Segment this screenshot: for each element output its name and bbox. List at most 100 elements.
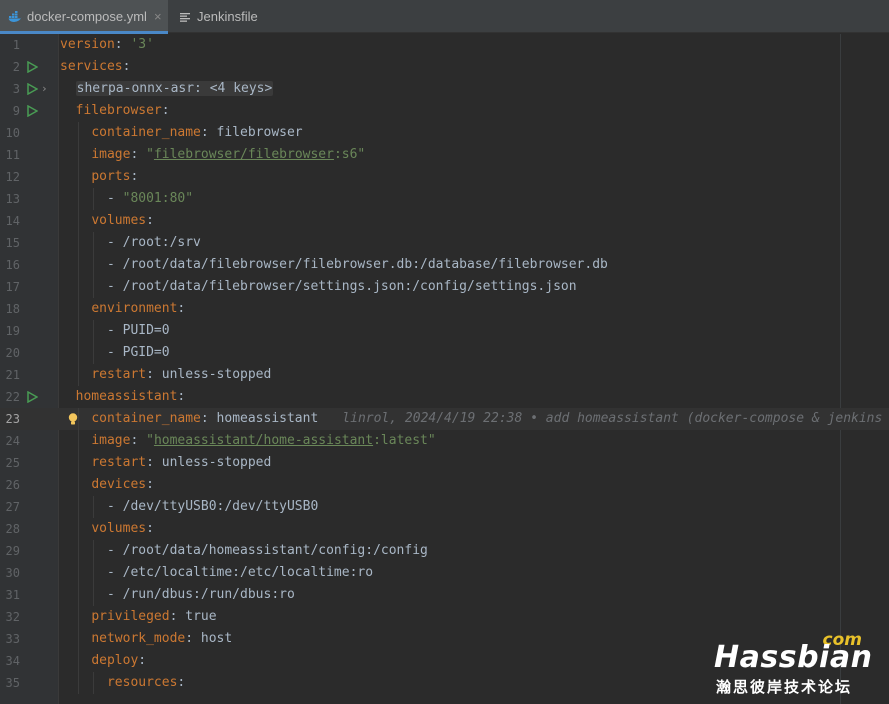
code-token: :: [130, 147, 147, 162]
code-line[interactable]: 15 - /root:/srv: [0, 232, 889, 254]
code-token: filebrowser/filebrowser: [153, 147, 334, 162]
code-text: network_mode: host: [60, 628, 232, 650]
tab-label: docker-compose.yml: [27, 9, 147, 24]
line-number: 26: [5, 478, 20, 492]
fold-chevron-icon[interactable]: ›: [41, 78, 48, 100]
code-line[interactable]: 27 - /dev/ttyUSB0:/dev/ttyUSB0: [0, 496, 889, 518]
line-number: 27: [5, 500, 20, 514]
code-token: - /root:/srv: [60, 235, 201, 250]
code-token: :latest": [373, 433, 436, 448]
code-text: resources:: [60, 672, 185, 694]
code-line[interactable]: 12 ports:: [0, 166, 889, 188]
code-line[interactable]: 26 devices:: [0, 474, 889, 496]
code-text: - /root/data/filebrowser/settings.json:/…: [60, 276, 577, 298]
line-number: 14: [5, 214, 20, 228]
line-number: 10: [5, 126, 20, 140]
code-token: container_name: [91, 411, 201, 426]
code-token: image: [91, 147, 131, 162]
code-line[interactable]: 22 homeassistant:: [0, 386, 889, 408]
code-token: image: [91, 433, 131, 448]
code-line[interactable]: 21 restart: unless-stopped: [0, 364, 889, 386]
watermark: com Hassbian 瀚思彼岸技术论坛: [712, 630, 882, 700]
code-line[interactable]: 3 › sherpa-onnx-asr: <4 keys>: [0, 78, 889, 100]
code-line[interactable]: 18 environment:: [0, 298, 889, 320]
code-text: environment:: [60, 298, 185, 320]
code-line[interactable]: 32 privileged: true: [0, 606, 889, 628]
line-number: 22: [5, 390, 20, 404]
code-text: image: "homeassistant/home-assistant:lat…: [60, 430, 436, 452]
code-line[interactable]: 28 volumes:: [0, 518, 889, 540]
run-icon[interactable]: [26, 105, 38, 117]
code-token: :: [138, 653, 147, 668]
code-line[interactable]: 20 - PGID=0: [0, 342, 889, 364]
run-icon[interactable]: [26, 61, 38, 73]
line-number: 32: [5, 610, 20, 624]
code-text: services:: [60, 56, 130, 78]
git-blame-annotation: linrol, 2024/4/19 22:38 • add homeassist…: [342, 411, 883, 426]
code-token: version: [60, 37, 115, 52]
code-text: - /dev/ttyUSB0:/dev/ttyUSB0: [60, 496, 318, 518]
code-line[interactable]: 2 services:: [0, 56, 889, 78]
code-text: - /run/dbus:/run/dbus:ro: [60, 584, 295, 606]
code-line[interactable]: 1 version: '3': [0, 34, 889, 56]
code-text: - /root/data/homeassistant/config:/confi…: [60, 540, 428, 562]
code-text: - PGID=0: [60, 342, 170, 364]
code-token: :: [130, 433, 147, 448]
line-number: 33: [5, 632, 20, 646]
code-token: ": [146, 147, 154, 162]
tab-docker-compose[interactable]: docker-compose.yml ×: [0, 0, 168, 34]
code-text: - /etc/localtime:/etc/localtime:ro: [60, 562, 373, 584]
code-line[interactable]: 11 image: "filebrowser/filebrowser:s6": [0, 144, 889, 166]
line-number: 25: [5, 456, 20, 470]
code-token: : filebrowser: [200, 125, 303, 140]
code-token: - /root/data/filebrowser/filebrowser.db:…: [60, 257, 608, 272]
code-token: - /root/data/filebrowser/settings.json:/…: [60, 279, 577, 294]
code-text: ports:: [60, 166, 138, 188]
code-token: :: [146, 213, 154, 228]
code-line[interactable]: 14 volumes:: [0, 210, 889, 232]
code-text: privileged: true: [60, 606, 217, 628]
code-line[interactable]: 9 filebrowser:: [0, 100, 889, 122]
run-icon[interactable]: [26, 83, 38, 95]
code-token: : true: [169, 609, 217, 624]
line-number: 13: [5, 192, 20, 206]
line-number: 15: [5, 236, 20, 250]
code-line[interactable]: 19 - PUID=0: [0, 320, 889, 342]
code-token: :s6": [333, 147, 366, 162]
run-icon[interactable]: [26, 391, 38, 403]
code-line[interactable]: 31 - /run/dbus:/run/dbus:ro: [0, 584, 889, 606]
code-text: container_name: homeassistant linrol, 202…: [60, 408, 882, 430]
code-token: homeassistant/home-assistant: [153, 433, 374, 448]
code-line[interactable]: 29 - /root/data/homeassistant/config:/co…: [0, 540, 889, 562]
tab-jenkinsfile[interactable]: Jenkinsfile: [170, 0, 280, 33]
code-token: - PGID=0: [60, 345, 170, 360]
code-text: image: "filebrowser/filebrowser:s6": [60, 144, 365, 166]
code-line[interactable]: 24 image: "homeassistant/home-assistant:…: [0, 430, 889, 452]
code-line[interactable]: 13 - "8001:80": [0, 188, 889, 210]
code-line[interactable]: 30 - /etc/localtime:/etc/localtime:ro: [0, 562, 889, 584]
code-token: '3': [130, 37, 154, 52]
code-line[interactable]: 23 container_name: homeassistant linrol, …: [0, 408, 889, 430]
close-icon[interactable]: ×: [154, 9, 162, 24]
code-text: - /root:/srv: [60, 232, 201, 254]
code-text: restart: unless-stopped: [60, 364, 271, 386]
code-line[interactable]: 16 - /root/data/filebrowser/filebrowser.…: [0, 254, 889, 276]
code-token: privileged: [91, 609, 170, 624]
code-token: filebrowser: [75, 103, 162, 118]
code-line[interactable]: 25 restart: unless-stopped: [0, 452, 889, 474]
code-token: - /run/dbus:/run/dbus:ro: [60, 587, 295, 602]
line-number: 19: [5, 324, 20, 338]
code-line[interactable]: 17 - /root/data/filebrowser/settings.jso…: [0, 276, 889, 298]
code-line[interactable]: 10 container_name: filebrowser: [0, 122, 889, 144]
code-token: : unless-stopped: [146, 455, 272, 470]
